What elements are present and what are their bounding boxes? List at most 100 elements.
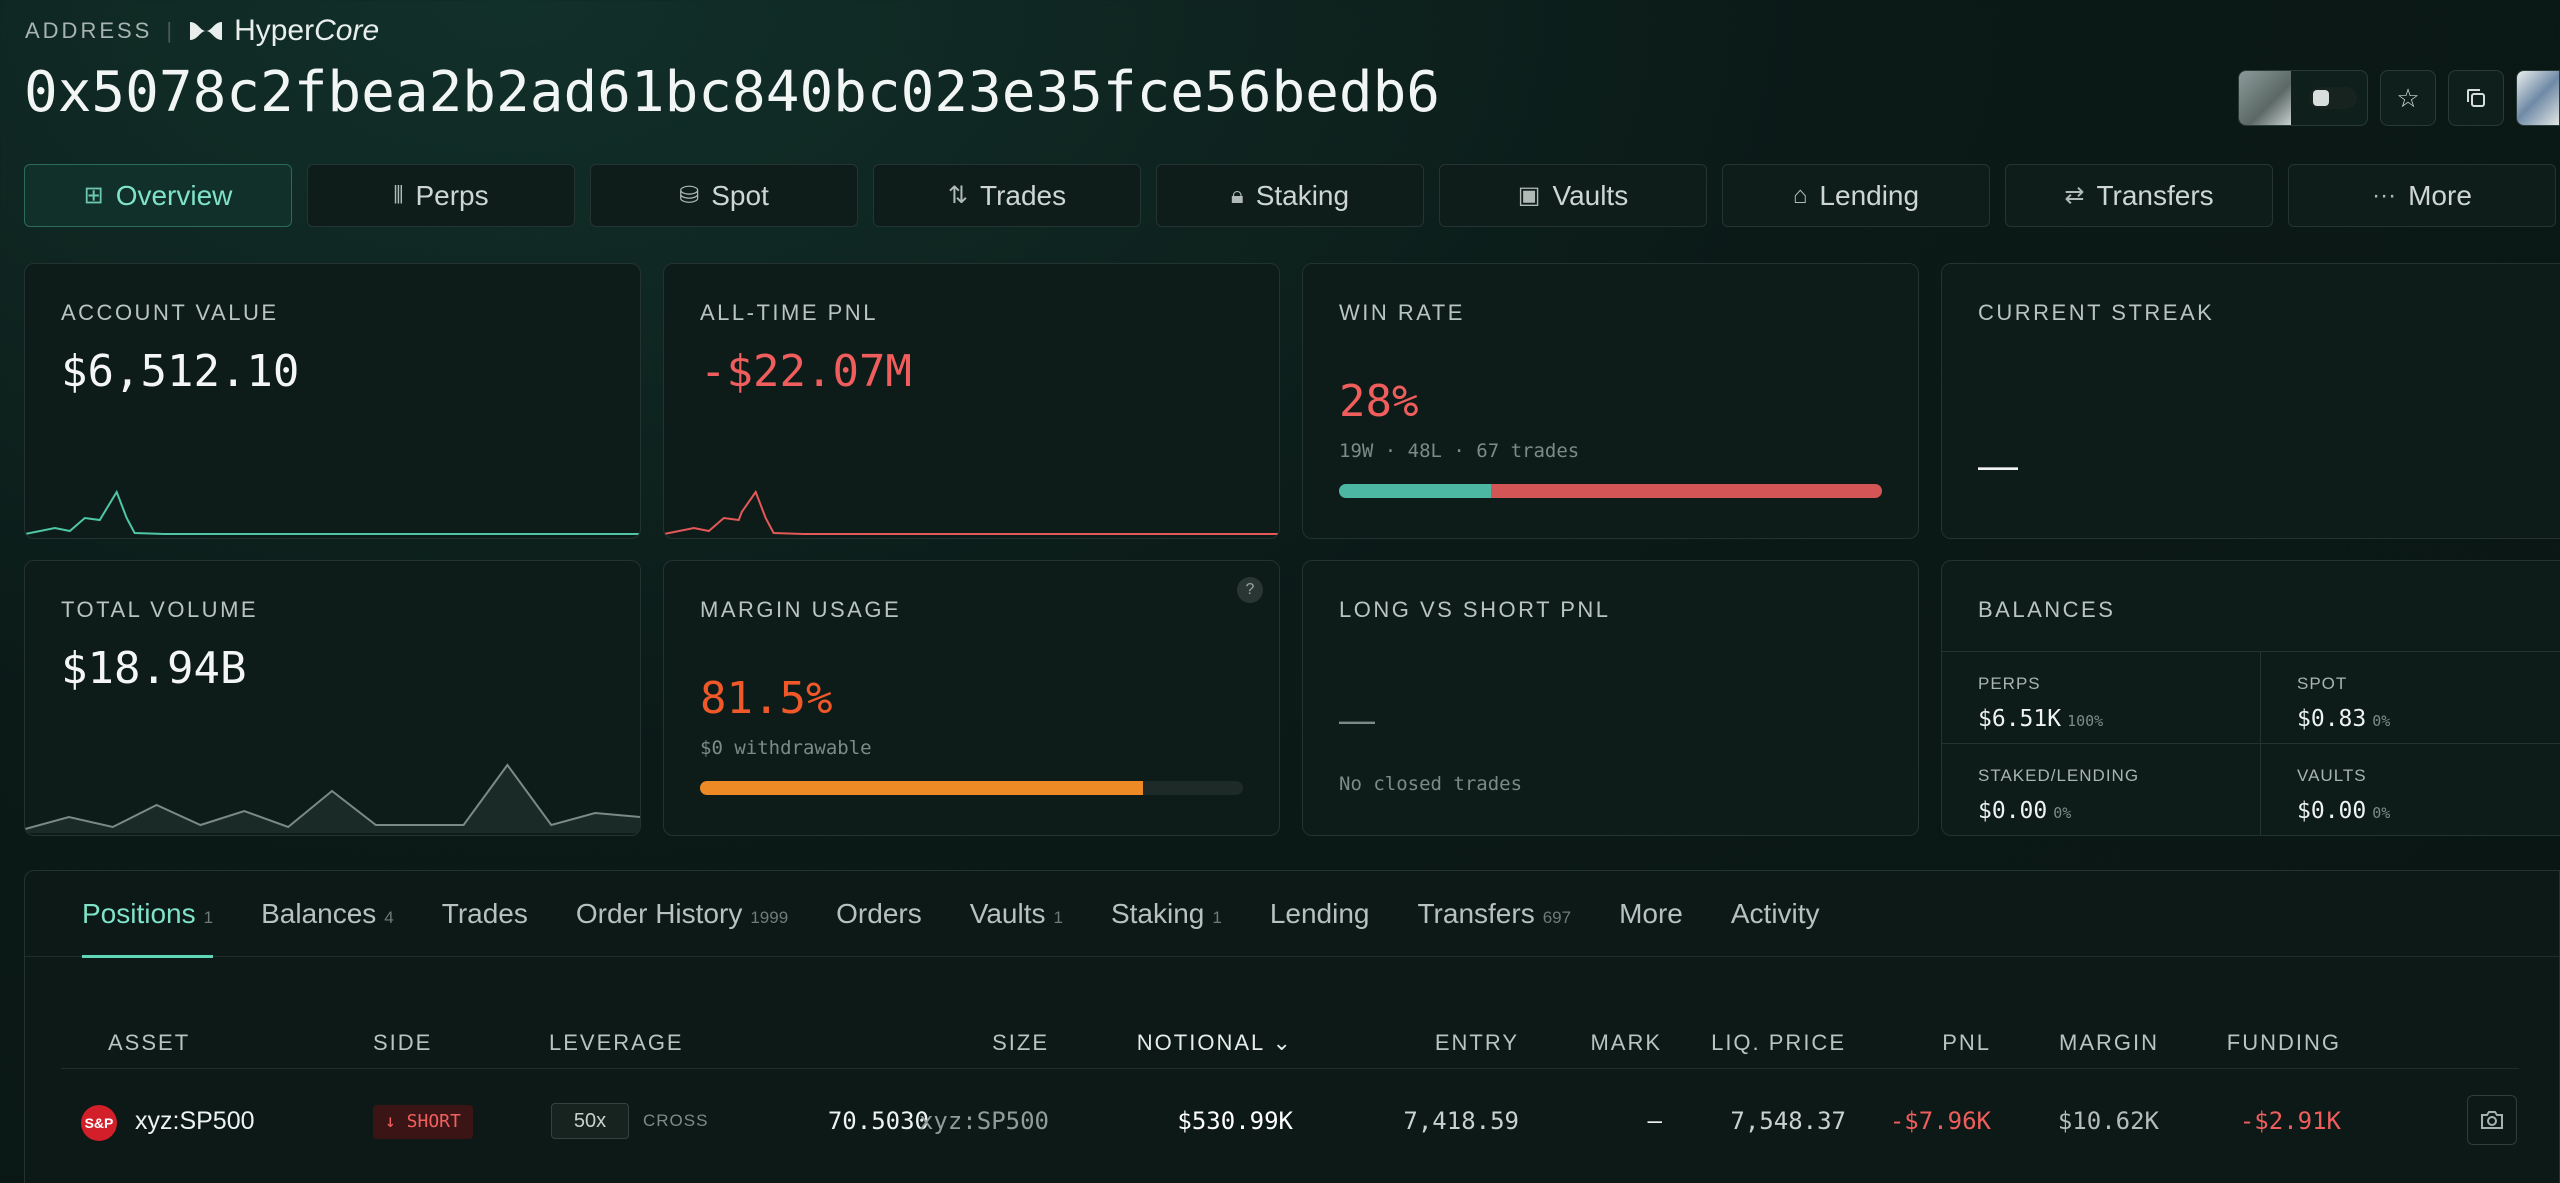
favorite-button[interactable]: ☆ — [2380, 70, 2436, 126]
share-button[interactable] — [2467, 1095, 2517, 1145]
col-notional-sorted[interactable]: NOTIONAL ⌄ — [1137, 1017, 1293, 1069]
tab-positions[interactable]: Positions 1 — [58, 871, 237, 958]
tab-orders[interactable]: Orders — [812, 871, 946, 957]
win-rate-detail: 19W · 48L · 67 trades — [1339, 440, 1580, 462]
tab-trades[interactable]: Trades — [418, 871, 552, 957]
profile-toggle-group[interactable] — [2238, 70, 2368, 126]
margin-usage-bar — [700, 781, 1243, 795]
tab-transfers[interactable]: Transfers 697 — [1393, 871, 1595, 957]
grid-icon: ⊞ — [83, 182, 104, 209]
col-pnl[interactable]: PNL — [1942, 1017, 1991, 1069]
mark-price: — — [1647, 1107, 1662, 1135]
long-short-pnl-card: LONG VS SHORT PNL — No closed trades — [1302, 560, 1919, 836]
tab-count: 1 — [203, 907, 214, 927]
table-header: ASSET SIDE LEVERAGE SIZE NOTIONAL ⌄ ENTR… — [61, 1017, 2519, 1069]
tab-label: Lending — [1269, 897, 1370, 929]
tab-lending[interactable]: Lending — [1246, 871, 1394, 957]
card-title: MARGIN USAGE — [700, 597, 902, 622]
balances-card: BALANCES PERPS $6.51K 100% SPOT $0.83 0% STAKE… — [1941, 560, 2560, 836]
tab-label: Orders — [836, 897, 922, 929]
balance-cell-perps: PERPS $6.51K 100% — [1942, 652, 2261, 744]
nav-label: Perps — [415, 179, 489, 211]
col-entry[interactable]: ENTRY — [1435, 1017, 1519, 1069]
col-size[interactable]: SIZE — [992, 1017, 1049, 1069]
nav-staking[interactable]: 🔒︎ Staking — [1156, 164, 1424, 227]
col-mark[interactable]: MARK — [1590, 1017, 1662, 1069]
copy-icon — [2467, 89, 2485, 107]
tab-vaults[interactable]: Vaults 1 — [946, 871, 1087, 957]
section-nav: ⊞ Overview ⫴ Perps ⛁ Spot ⇅ Trades 🔒︎ Staking ▣ Vau… — [24, 164, 2560, 227]
card-title: CURRENT STREAK — [1978, 300, 2215, 325]
header-top: ADDRESS | HyperCore — [25, 14, 379, 48]
loss-bar-fill — [1491, 484, 1882, 498]
card-title: ALL-TIME PNL — [700, 300, 878, 325]
candles-icon: ⫴ — [393, 181, 404, 209]
balance-pct: 100% — [2067, 712, 2104, 730]
nav-label: Overview — [115, 179, 233, 211]
card-title: ACCOUNT VALUE — [61, 300, 279, 325]
sp500-logo-icon: S&P — [81, 1105, 117, 1141]
nav-transfers[interactable]: ⇄ Transfers — [2005, 164, 2273, 227]
tab-count: 4 — [384, 907, 394, 927]
tab-more[interactable]: More — [1595, 871, 1707, 957]
asset-name[interactable]: xyz:SP500 — [135, 1079, 255, 1163]
col-funding[interactable]: FUNDING — [2227, 1017, 2341, 1069]
nav-lending[interactable]: ⌂ Lending — [1722, 164, 1990, 227]
nav-trades[interactable]: ⇅ Trades — [873, 164, 1141, 227]
nav-label: Staking — [1255, 179, 1350, 211]
camera-icon — [2481, 1111, 2503, 1129]
copy-button[interactable] — [2448, 70, 2504, 126]
tab-activity[interactable]: Activity — [1707, 871, 1844, 957]
notional-value: $530.99K — [1177, 1107, 1293, 1135]
positions-panel: Positions 1 Balances 4 Trades Order History 19… — [24, 870, 2560, 1183]
nav-spot[interactable]: ⛁ Spot — [590, 164, 858, 227]
tab-staking[interactable]: Staking 1 — [1087, 871, 1246, 957]
tab-label: Order History — [575, 897, 743, 929]
volume-sparkline — [25, 763, 640, 833]
tab-balances[interactable]: Balances 4 — [237, 871, 418, 957]
wallet-address: 0x5078c2fbea2b2ad61bc840bc023e35fce56bed… — [24, 60, 1441, 125]
nav-label: Lending — [1819, 179, 1920, 211]
brand-name: HyperCore — [234, 14, 380, 47]
balance-value: $0.00 0% — [1978, 797, 2072, 824]
tab-label: Staking — [1110, 897, 1205, 929]
total-volume-card: TOTAL VOLUME $18.94B — [24, 560, 641, 836]
card-title: WIN RATE — [1339, 300, 1465, 325]
margin-mode: CROSS — [643, 1111, 709, 1130]
tab-count: 1999 — [750, 907, 789, 927]
col-leverage[interactable]: LEVERAGE — [549, 1017, 684, 1069]
tab-label: Activity — [1730, 897, 1820, 929]
col-margin[interactable]: MARGIN — [2059, 1017, 2159, 1069]
help-icon[interactable]: ? — [1237, 577, 1263, 603]
nav-more[interactable]: ··· More — [2288, 164, 2556, 227]
nav-label: Transfers — [2096, 179, 2214, 211]
nav-vaults[interactable]: ▣ Vaults — [1439, 164, 1707, 227]
separator: | — [166, 18, 173, 43]
nav-overview[interactable]: ⊞ Overview — [24, 164, 292, 227]
table-row[interactable]: S&P xyz:SP500 ↓ SHORT 50x CROSS 70.5030 … — [61, 1079, 2519, 1163]
balance-pct: 0% — [2372, 712, 2391, 730]
card-title: TOTAL VOLUME — [61, 597, 259, 622]
side-badge: ↓ SHORT — [373, 1105, 473, 1139]
balance-label: VAULTS — [2297, 765, 2367, 785]
liq-price: 7,548.37 — [1730, 1107, 1846, 1135]
nav-perps[interactable]: ⫴ Perps — [307, 164, 575, 227]
tab-count: 1 — [1053, 907, 1063, 927]
avatar — [2239, 71, 2291, 125]
tab-label: Trades — [441, 897, 528, 929]
balance-pct: 0% — [2053, 803, 2072, 822]
tab-count: 1 — [1212, 907, 1222, 927]
display-toggle[interactable] — [2309, 87, 2357, 109]
col-side[interactable]: SIDE — [373, 1017, 432, 1069]
col-asset[interactable]: ASSET — [108, 1017, 190, 1069]
tab-order-history[interactable]: Order History 1999 — [552, 871, 812, 957]
balance-cell-staked-lending: STAKED/LENDING $0.00 0% — [1942, 743, 2261, 835]
lock-icon: 🔒︎ — [1230, 181, 1244, 209]
header-actions: ☆ — [2238, 70, 2560, 126]
col-liq-price[interactable]: LIQ. PRICE — [1711, 1017, 1846, 1069]
user-avatar[interactable] — [2516, 70, 2560, 126]
brand-logo[interactable]: HyperCore — [186, 14, 379, 48]
balance-label: PERPS — [1978, 674, 2041, 693]
balance-label: SPOT — [2297, 674, 2348, 693]
bank-icon: ⌂ — [1792, 181, 1808, 209]
